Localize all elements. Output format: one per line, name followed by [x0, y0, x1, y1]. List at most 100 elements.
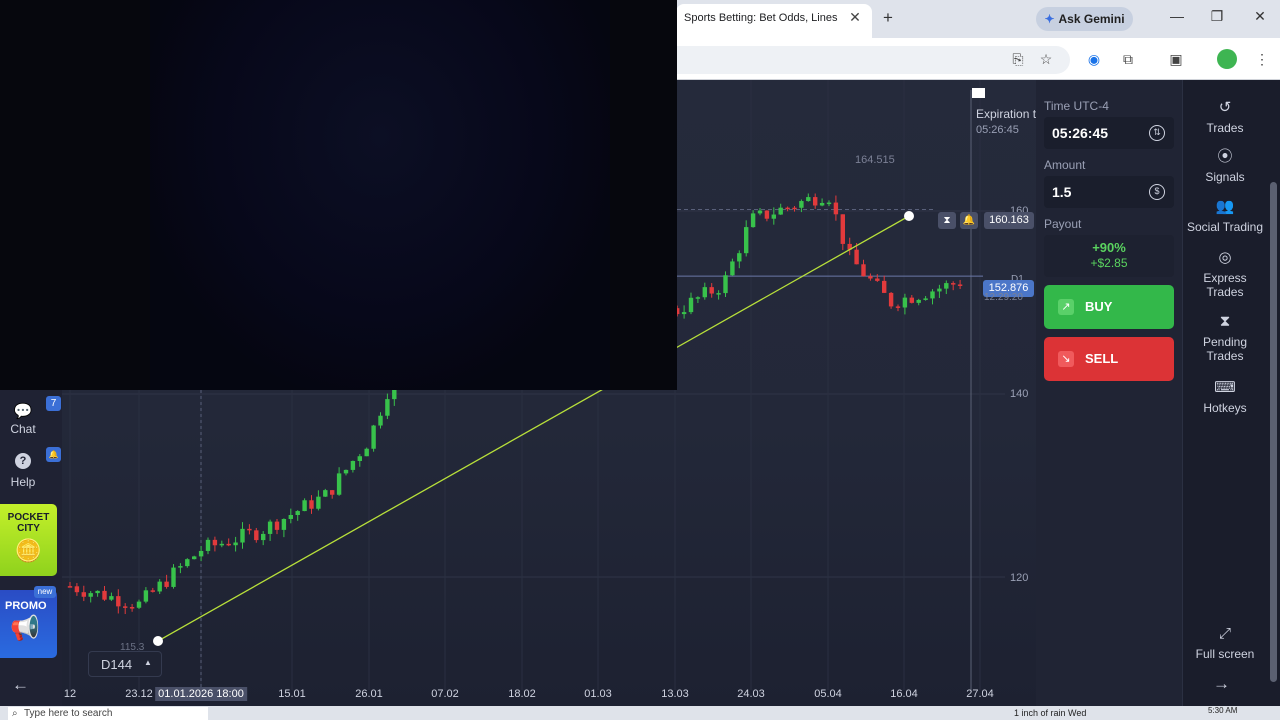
- dollar-icon[interactable]: $: [1149, 184, 1165, 200]
- extension-circle-icon[interactable]: ◉: [1084, 49, 1104, 69]
- candle-body: [171, 567, 176, 587]
- back-arrow-icon[interactable]: ←: [12, 675, 29, 695]
- weather-text[interactable]: 1 inch of rain Wed: [1014, 708, 1086, 718]
- profile-avatar[interactable]: [1217, 49, 1237, 69]
- new-tab-button[interactable]: +: [879, 8, 897, 28]
- promo-banner[interactable]: PROMO 📢: [0, 590, 57, 658]
- candle-body: [902, 297, 908, 308]
- candle-body: [695, 297, 701, 299]
- candle-body: [143, 590, 149, 602]
- candle-body: [750, 213, 756, 228]
- candle-body: [909, 297, 914, 303]
- promo-label: PROMO: [5, 600, 47, 612]
- candle-body: [123, 606, 128, 608]
- maximize-button[interactable]: ❐: [1202, 8, 1232, 28]
- install-app-icon[interactable]: ⎘: [1008, 49, 1028, 69]
- help-button[interactable]: ? Help: [0, 453, 46, 489]
- fullscreen-button[interactable]: ⤢ Full screen: [1182, 624, 1268, 661]
- candle-body: [930, 291, 935, 299]
- x-tick: 23.12: [125, 688, 153, 700]
- nav-social-trading[interactable]: 👥 Social Trading: [1182, 197, 1268, 234]
- candle-body: [840, 214, 845, 244]
- extensions-puzzle-icon[interactable]: ⧉: [1118, 49, 1138, 69]
- candle-body: [868, 276, 873, 279]
- candle-body: [219, 543, 224, 546]
- candle-body: [723, 275, 728, 294]
- notification-bell-icon: 🔔: [46, 447, 61, 462]
- nav-pending-trades[interactable]: ⧗ Pending Trades: [1182, 312, 1268, 363]
- bookmark-star-icon[interactable]: ☆: [1036, 49, 1056, 69]
- candle-body: [709, 287, 714, 294]
- candle-body: [357, 456, 362, 461]
- candle-body: [826, 202, 832, 205]
- candle-body: [895, 306, 901, 308]
- arrow-up-right-icon: ↗: [1058, 299, 1074, 315]
- time-field[interactable]: 05:26:45 ⇅: [1044, 117, 1174, 149]
- taskbar-clock[interactable]: 5:30 AM: [1208, 706, 1237, 715]
- y-tick-140: 140: [1010, 388, 1029, 400]
- nav-hotkeys[interactable]: ⌨ Hotkeys: [1182, 378, 1268, 415]
- candle-body: [730, 261, 735, 276]
- buy-button[interactable]: ↗ BUY: [1044, 285, 1174, 329]
- alarm-bell-icon[interactable]: 🔔: [960, 212, 978, 229]
- help-question-icon: ?: [15, 453, 31, 469]
- candle-body: [88, 593, 93, 597]
- amount-value: 1.5: [1052, 184, 1072, 200]
- candle-body: [198, 550, 204, 557]
- candle-body: [744, 227, 749, 254]
- tab-title[interactable]: Sports Betting: Bet Odds, Lines: [684, 12, 839, 24]
- candle-body: [778, 207, 783, 215]
- scrollbar-thumb[interactable]: [1270, 182, 1277, 682]
- megaphone-icon: 📢: [10, 615, 40, 642]
- overlay-silhouette: [150, 0, 610, 390]
- candle-body: [247, 528, 252, 531]
- candle-body: [854, 249, 859, 265]
- keyboard-icon: ⌨: [1214, 379, 1236, 396]
- tab-close-icon[interactable]: ✕: [848, 9, 862, 25]
- payout-box: +90% +$2.85: [1044, 235, 1174, 277]
- candle-body: [267, 521, 273, 534]
- nav-social-trading-label: Social Trading: [1186, 220, 1264, 234]
- pocket-city-banner[interactable]: POCKET CITY 🪙: [0, 504, 57, 576]
- ask-gemini-button[interactable]: ✦ Ask Gemini: [1036, 7, 1133, 31]
- timeframe-selector-label: D144: [101, 657, 133, 672]
- candle-body: [343, 469, 349, 474]
- candle-body: [819, 202, 825, 206]
- candle-body: [309, 500, 314, 509]
- browser-menu-icon[interactable]: ⋮: [1252, 49, 1272, 69]
- pocket-city-line2: CITY: [17, 523, 40, 534]
- sell-button[interactable]: ↘ SELL: [1044, 337, 1174, 381]
- taskbar-search-placeholder: Type here to search: [24, 708, 113, 719]
- candle-body: [364, 448, 369, 457]
- close-window-button[interactable]: ✕: [1245, 8, 1275, 28]
- nav-trades[interactable]: ↺ Trades: [1182, 98, 1268, 135]
- candle-body: [240, 528, 245, 543]
- timeframe-selector[interactable]: D144 ▲: [88, 651, 162, 677]
- chat-bubble-icon: 💬: [13, 403, 33, 420]
- candle-body: [157, 581, 162, 592]
- candle-body: [95, 590, 100, 594]
- candle-body: [385, 399, 390, 416]
- candle-body: [323, 490, 328, 497]
- tab-search-icon[interactable]: ▣: [1166, 49, 1186, 69]
- chat-badge: 7: [46, 396, 61, 411]
- candle-body: [274, 521, 280, 530]
- amount-field[interactable]: 1.5 $: [1044, 176, 1174, 208]
- candle-body: [81, 592, 86, 597]
- fullscreen-label: Full screen: [1195, 647, 1255, 661]
- candle-body: [136, 601, 142, 608]
- taskbar-search-box[interactable]: ⌕ Type here to search: [8, 707, 208, 720]
- nav-signals[interactable]: ⦿ Signals: [1182, 147, 1268, 184]
- buy-label: BUY: [1085, 299, 1113, 314]
- expand-icon: ⤢: [1218, 625, 1231, 642]
- candle-body: [185, 559, 190, 567]
- clock-toggle-icon[interactable]: ⇅: [1149, 125, 1165, 141]
- chat-button[interactable]: 💬 Chat: [0, 402, 46, 436]
- minimize-button[interactable]: —: [1162, 8, 1192, 28]
- candle-body: [944, 283, 949, 289]
- expiration-flag-icon[interactable]: [972, 88, 985, 98]
- forward-arrow-icon[interactable]: →: [1213, 674, 1230, 694]
- candle-body: [192, 556, 197, 560]
- nav-express-trades[interactable]: ◎ Express Trades: [1182, 248, 1268, 299]
- hourglass-icon[interactable]: ⧗: [938, 212, 956, 229]
